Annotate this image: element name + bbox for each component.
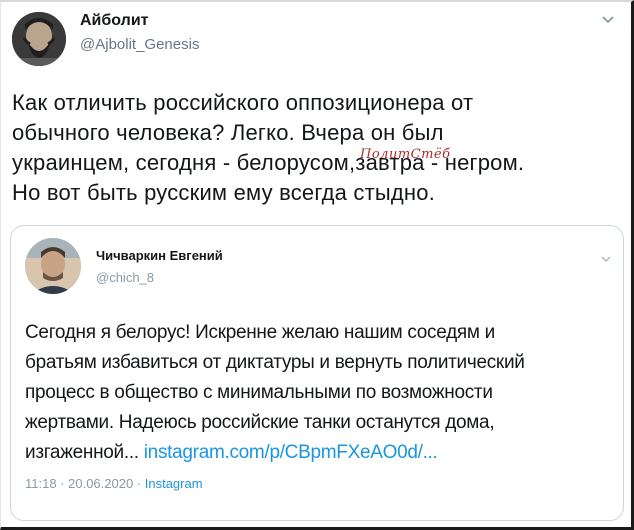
quoted-text-line: жертвами. Надеюсь российские танки остан… — [25, 412, 495, 433]
quoted-tweet-menu-button[interactable] — [600, 250, 612, 263]
avatar-image — [12, 12, 66, 66]
quoted-author-handle[interactable]: @chich_8 — [96, 270, 154, 285]
tweet-text-line: обычного человека? Легко. Вчера он был — [12, 120, 444, 145]
tweet-text-line: украинцем, сегодня - белорусом,завтра - … — [12, 150, 525, 175]
quoted-tweet-meta: 11:18 · 20.06.2020 · Instagram — [25, 476, 203, 491]
avatar-image — [25, 238, 81, 294]
tweet-text-line: Как отличить российского оппозиционера о… — [12, 90, 474, 115]
quoted-tweet-source[interactable]: Instagram — [145, 476, 203, 491]
author-handle[interactable]: @Ajbolit_Genesis — [80, 36, 199, 53]
author-avatar[interactable] — [12, 12, 66, 66]
quoted-tweet-timestamp[interactable]: 11:18 · 20.06.2020 · — [25, 476, 145, 491]
tweet-menu-button[interactable] — [601, 12, 615, 24]
quoted-text-line: братьям избавиться от диктатуры и вернут… — [25, 352, 525, 373]
quoted-text-line: Сегодня я белорус! Искренне желаю нашим … — [25, 322, 495, 343]
quoted-author-name[interactable]: Чичваркин Евгений — [96, 248, 223, 263]
tweet-text-line: Но вот быть русским ему всегда стыдно. — [12, 180, 436, 205]
chevron-down-icon — [601, 256, 611, 263]
author-name[interactable]: Айболит — [80, 12, 148, 30]
quoted-author-avatar[interactable] — [25, 238, 81, 294]
quoted-tweet-text: Сегодня я белорус! Искренне желаю нашим … — [25, 318, 615, 468]
instagram-link[interactable]: instagram.com/p/CBpmFXeAO0d/... — [144, 442, 438, 463]
quoted-text-line: процесс в общество с минимальными по воз… — [25, 382, 493, 403]
quoted-tweet-card[interactable]: Чичваркин Евгений @chich_8 Сегодня я бел… — [10, 225, 624, 521]
tweet-text: Как отличить российского оппозиционера о… — [12, 88, 622, 208]
chevron-down-icon — [602, 16, 614, 24]
watermark: ПолитСтёб — [360, 147, 451, 162]
quoted-text-tail: изгаженной... — [25, 442, 144, 463]
quoted-text-line: изгаженной... instagram.com/p/CBpmFXeAO0… — [25, 438, 615, 468]
